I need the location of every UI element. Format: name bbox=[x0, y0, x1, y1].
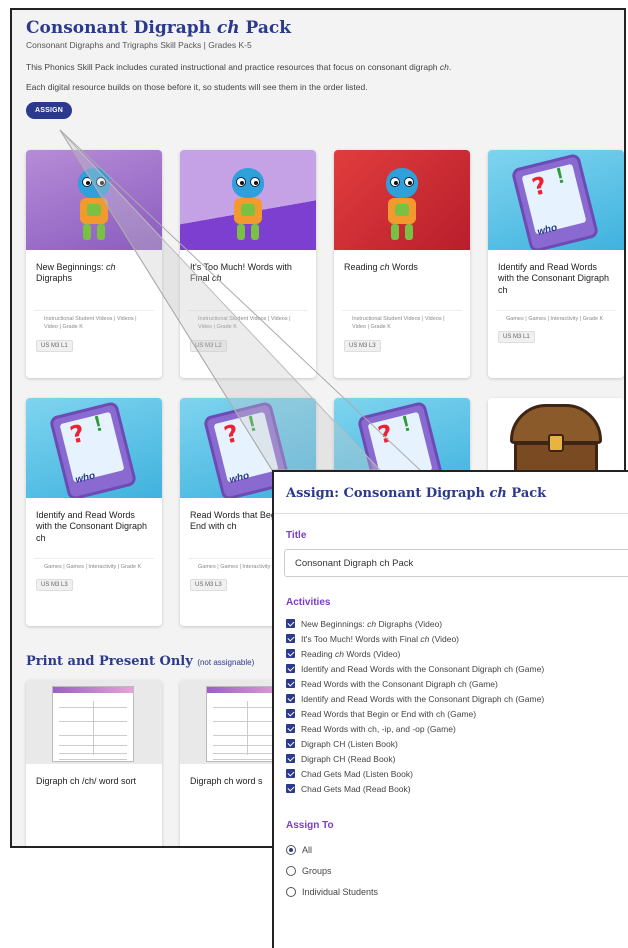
title-field-label: Title bbox=[286, 530, 307, 541]
resource-standard-tag: US M3 L1 bbox=[36, 339, 73, 352]
activity-item[interactable]: Digraph CH (Listen Book) bbox=[286, 736, 616, 751]
resource-meta: Instructional Student Videos | Videos | … bbox=[342, 310, 462, 332]
print-resource-title: Digraph ch /ch/ word sort bbox=[36, 776, 137, 786]
resource-meta: Instructional Student Videos | Videos | … bbox=[188, 310, 308, 332]
resource-thumbnail bbox=[180, 150, 316, 250]
activity-item[interactable]: Identify and Read Words with the Consona… bbox=[286, 691, 616, 706]
activity-label: Read Words with ch, -ip, and -op (Game) bbox=[301, 723, 456, 734]
resource-card[interactable]: Reading ch Words Instructional Student Vi… bbox=[334, 150, 470, 378]
resource-thumbnail bbox=[334, 150, 470, 250]
activity-label: Read Words with the Consonant Digraph ch… bbox=[301, 678, 498, 689]
resource-title: Identify and Read Words with the Consona… bbox=[498, 262, 610, 295]
resource-card[interactable]: New Beginnings: ch Digraphs Instructional… bbox=[26, 150, 162, 378]
activity-item[interactable]: Read Words with ch, -ip, and -op (Game) bbox=[286, 721, 616, 736]
page-header: Consonant Digraph ch Pack Consonant Digr… bbox=[12, 10, 624, 119]
activity-checkbox[interactable] bbox=[286, 694, 295, 703]
page-description: This Phonics Skill Pack includes curated… bbox=[26, 62, 452, 72]
activity-checkbox[interactable] bbox=[286, 619, 295, 628]
activity-checkbox[interactable] bbox=[286, 649, 295, 658]
resource-card[interactable]: ?! who Identify and Read Words with the Co… bbox=[488, 150, 624, 378]
resource-title: New Beginnings: ch Digraphs bbox=[36, 262, 116, 284]
activity-item[interactable]: Identify and Read Words with the Consona… bbox=[286, 661, 616, 676]
robot-illustration bbox=[72, 168, 116, 246]
assign-to-option-label: All bbox=[302, 844, 313, 855]
resource-thumbnail bbox=[26, 150, 162, 250]
activity-item[interactable]: Reading ch Words (Video) bbox=[286, 646, 616, 661]
page-description-order: Each digital resource builds on those be… bbox=[26, 82, 368, 92]
tablet-illustration: ?!who bbox=[48, 400, 138, 498]
assign-to-radio[interactable] bbox=[286, 844, 296, 855]
activity-checkbox[interactable] bbox=[286, 634, 295, 643]
activity-label: New Beginnings: ch Digraphs (Video) bbox=[301, 618, 443, 629]
resource-title: It's Too Much! Words with Final ch bbox=[190, 262, 292, 284]
activity-checkbox[interactable] bbox=[286, 709, 295, 718]
activities-label: Activities bbox=[286, 597, 331, 608]
modal-title: Assign: Consonant Digraph ch Pack bbox=[274, 472, 628, 514]
resource-card[interactable]: ?! who Identify and Read Words with the Co… bbox=[26, 398, 162, 626]
activity-item[interactable]: It's Too Much! Words with Final ch (Vide… bbox=[286, 631, 616, 646]
activity-label: Chad Gets Mad (Read Book) bbox=[301, 783, 411, 794]
tablet-illustration: ?!who bbox=[510, 152, 600, 250]
activity-label: Chad Gets Mad (Listen Book) bbox=[301, 768, 413, 779]
resource-thumbnail: ?!who bbox=[488, 150, 624, 250]
assign-to-option-label: Groups bbox=[302, 865, 332, 876]
resource-thumbnail: ?!who bbox=[26, 398, 162, 498]
resource-standard-tag: US M3 L3 bbox=[190, 579, 227, 592]
resource-standard-tag: US M3 L3 bbox=[344, 339, 381, 352]
resource-title: Reading ch Words bbox=[344, 262, 418, 272]
worksheet-thumbnail bbox=[26, 680, 162, 764]
resource-meta: Instructional Student Videos | Videos | … bbox=[34, 310, 154, 332]
print-resource-card[interactable]: Digraph ch /ch/ word sort bbox=[26, 680, 162, 846]
activity-item[interactable]: New Beginnings: ch Digraphs (Video) bbox=[286, 616, 616, 631]
activities-list: New Beginnings: ch Digraphs (Video) It's … bbox=[274, 608, 628, 796]
worksheet-preview bbox=[52, 686, 134, 762]
title-input[interactable]: Consonant Digraph ch Pack bbox=[284, 549, 628, 577]
resource-title: Identify and Read Words with the Consona… bbox=[36, 510, 148, 543]
robot-illustration bbox=[226, 168, 270, 246]
activity-label: Digraph CH (Listen Book) bbox=[301, 738, 398, 749]
activity-item[interactable]: Chad Gets Mad (Read Book) bbox=[286, 781, 616, 796]
resource-standard-tag: US M3 L3 bbox=[36, 579, 73, 592]
activity-checkbox[interactable] bbox=[286, 664, 295, 673]
activity-label: Read Words that Begin or End with ch (Ga… bbox=[301, 708, 477, 719]
resource-card[interactable]: It's Too Much! Words with Final ch Instru… bbox=[180, 150, 316, 378]
activity-item[interactable]: Read Words that Begin or End with ch (Ga… bbox=[286, 706, 616, 721]
resource-standard-tag: US M3 L1 bbox=[498, 331, 535, 344]
activity-label: Identify and Read Words with the Consona… bbox=[301, 663, 545, 674]
assign-to-radio[interactable] bbox=[286, 865, 296, 876]
assign-to-label: Assign To bbox=[286, 820, 334, 831]
page-title: Consonant Digraph ch Pack bbox=[26, 18, 291, 38]
robot-illustration bbox=[380, 168, 424, 246]
activity-item[interactable]: Read Words with the Consonant Digraph ch… bbox=[286, 676, 616, 691]
assign-button[interactable]: ASSIGN bbox=[26, 102, 73, 119]
resource-standard-tag: US M3 L2 bbox=[190, 339, 227, 352]
activity-label: Reading ch Words (Video) bbox=[301, 648, 401, 659]
activity-item[interactable]: Chad Gets Mad (Listen Book) bbox=[286, 766, 616, 781]
assign-modal: Assign: Consonant Digraph ch Pack Title … bbox=[272, 470, 628, 948]
activity-checkbox[interactable] bbox=[286, 769, 295, 778]
activity-checkbox[interactable] bbox=[286, 724, 295, 733]
activity-checkbox[interactable] bbox=[286, 754, 295, 763]
activity-label: Identify and Read Words with the Consona… bbox=[301, 693, 545, 704]
assign-to-radio[interactable] bbox=[286, 886, 296, 897]
assign-to-option[interactable]: Individual Students bbox=[274, 881, 628, 902]
print-section-title: Print and Present Only (not assignable) bbox=[26, 654, 255, 669]
activity-checkbox[interactable] bbox=[286, 784, 295, 793]
activity-item[interactable]: Digraph CH (Read Book) bbox=[286, 751, 616, 766]
resource-meta: Games | Games | Interactivity | Grade K bbox=[496, 310, 616, 323]
activity-label: Digraph CH (Read Book) bbox=[301, 753, 396, 764]
assign-to-options: All Groups Individual Students bbox=[274, 839, 628, 902]
activity-checkbox[interactable] bbox=[286, 739, 295, 748]
assign-to-option[interactable]: All bbox=[274, 839, 628, 860]
assign-to-option-label: Individual Students bbox=[302, 886, 379, 897]
assign-to-option[interactable]: Groups bbox=[274, 860, 628, 881]
activity-label: It's Too Much! Words with Final ch (Vide… bbox=[301, 633, 460, 644]
resource-meta: Games | Games | Interactivity | Grade K bbox=[34, 558, 154, 571]
activity-checkbox[interactable] bbox=[286, 679, 295, 688]
page-subtitle: Consonant Digraphs and Trigraphs Skill P… bbox=[26, 40, 252, 50]
